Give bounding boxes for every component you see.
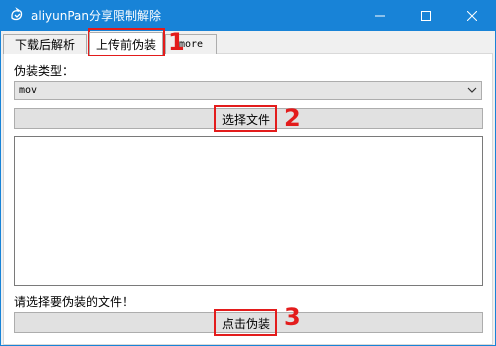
minimize-button[interactable] [357,1,403,31]
disguise-type-label: 伪装类型： [14,64,75,78]
annotation-marker-2: 2 [284,104,301,132]
title-bar[interactable]: aliyunPan分享限制解除 [1,1,495,31]
window-title: aliyunPan分享限制解除 [31,9,161,23]
maximize-icon [421,11,431,21]
app-logo-icon [9,7,25,23]
tab-upload-disguise[interactable]: 上传前伪装 [89,32,163,55]
status-text: 请选择要伪装的文件！ [14,295,135,309]
disguise-button-label: 点击伪装 [222,317,271,331]
close-icon [467,11,477,21]
minimize-icon [375,15,385,17]
annotation-marker-1: 1 [168,28,185,56]
choose-file-label: 选择文件 [222,113,271,127]
disguise-type-value: mov [19,85,38,96]
file-list-area[interactable] [14,136,483,286]
annotation-marker-3: 3 [284,303,301,331]
chevron-down-icon [467,85,477,98]
disguise-type-select[interactable]: mov [14,81,482,100]
close-button[interactable] [449,1,495,31]
tab-strip: 下载后解析 上传前伪装 more [3,32,493,55]
maximize-button[interactable] [403,1,449,31]
app-window: aliyunPan分享限制解除 下载后解析 上传前伪装 more 1 伪装类型：… [0,0,496,346]
tab-download-parse[interactable]: 下载后解析 [3,34,87,54]
